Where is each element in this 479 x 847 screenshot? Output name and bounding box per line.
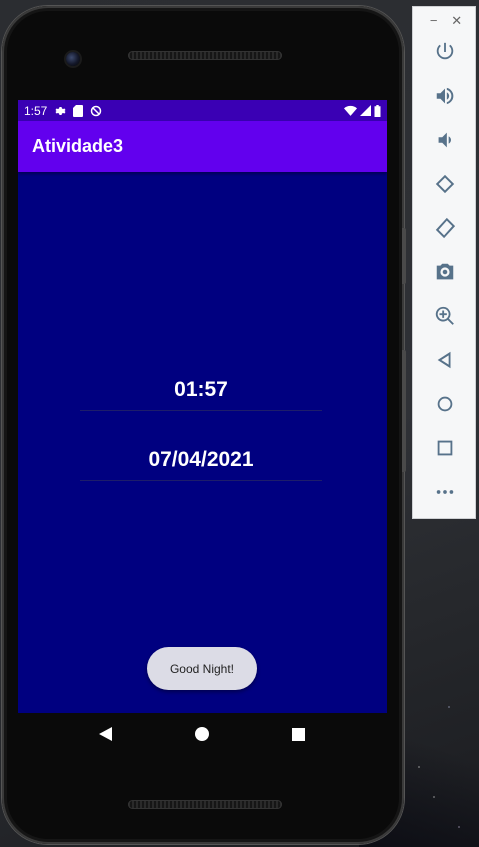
date-value: 07/04/2021	[148, 448, 254, 471]
navigation-bar	[18, 713, 387, 755]
rotate-right-button[interactable]	[413, 206, 477, 250]
home-circle-icon	[195, 727, 210, 741]
wifi-icon	[344, 105, 357, 116]
overview-square-icon	[292, 727, 306, 741]
zoom-icon	[435, 306, 454, 325]
minimize-icon[interactable]: −	[430, 13, 438, 29]
time-field-underline	[80, 410, 322, 411]
home-button[interactable]	[413, 382, 477, 426]
screenshot-button[interactable]	[413, 250, 477, 294]
nav-back-button[interactable]	[96, 724, 116, 744]
back-triangle-icon	[99, 727, 113, 741]
device-screen: 1:57 Atividade3 01:57 07/04/2021 Good Ni…	[18, 100, 387, 713]
rotate-right-icon	[435, 217, 456, 239]
date-field[interactable]: 07/04/2021	[80, 448, 322, 481]
volume-down-icon	[438, 132, 451, 148]
front-camera	[66, 52, 80, 66]
rotate-left-icon	[435, 174, 455, 194]
sd-card-icon	[73, 104, 84, 117]
toast-message: Good Night!	[147, 647, 257, 690]
signal-icon	[360, 105, 371, 116]
status-time: 1:57	[24, 103, 48, 118]
rotate-left-button[interactable]	[413, 162, 477, 206]
more-button[interactable]	[413, 470, 477, 514]
power-button[interactable]	[413, 30, 477, 74]
close-icon[interactable]: ✕	[451, 13, 462, 29]
back-icon	[437, 351, 451, 369]
toast-text: Good Night!	[169, 661, 235, 676]
side-button-power[interactable]	[402, 228, 406, 284]
date-field-underline	[80, 480, 322, 481]
overview-icon	[437, 440, 453, 456]
nav-overview-button[interactable]	[289, 724, 309, 744]
power-icon	[436, 42, 454, 60]
overview-button[interactable]	[413, 426, 477, 470]
more-icon	[436, 490, 454, 494]
nav-home-button[interactable]	[192, 724, 212, 744]
battery-icon	[374, 104, 381, 117]
zoom-button[interactable]	[413, 294, 477, 338]
volume-up-icon	[436, 87, 454, 105]
data-saver-icon	[91, 105, 102, 116]
volume-up-button[interactable]	[413, 74, 477, 118]
bottom-speaker	[128, 800, 282, 809]
time-field[interactable]: 01:57	[80, 378, 322, 411]
time-value: 01:57	[174, 378, 228, 401]
top-speaker	[128, 51, 282, 60]
status-bar: 1:57	[18, 100, 387, 121]
side-button-volume[interactable]	[402, 350, 406, 472]
volume-down-button[interactable]	[413, 118, 477, 162]
settings-icon	[55, 106, 66, 115]
app-bar: Atividade3	[18, 121, 387, 172]
back-button[interactable]	[413, 338, 477, 382]
camera-icon	[436, 263, 454, 280]
app-title: Atividade3	[32, 136, 124, 156]
home-icon	[437, 396, 453, 412]
emulator-toolbar: − ✕	[412, 6, 476, 519]
